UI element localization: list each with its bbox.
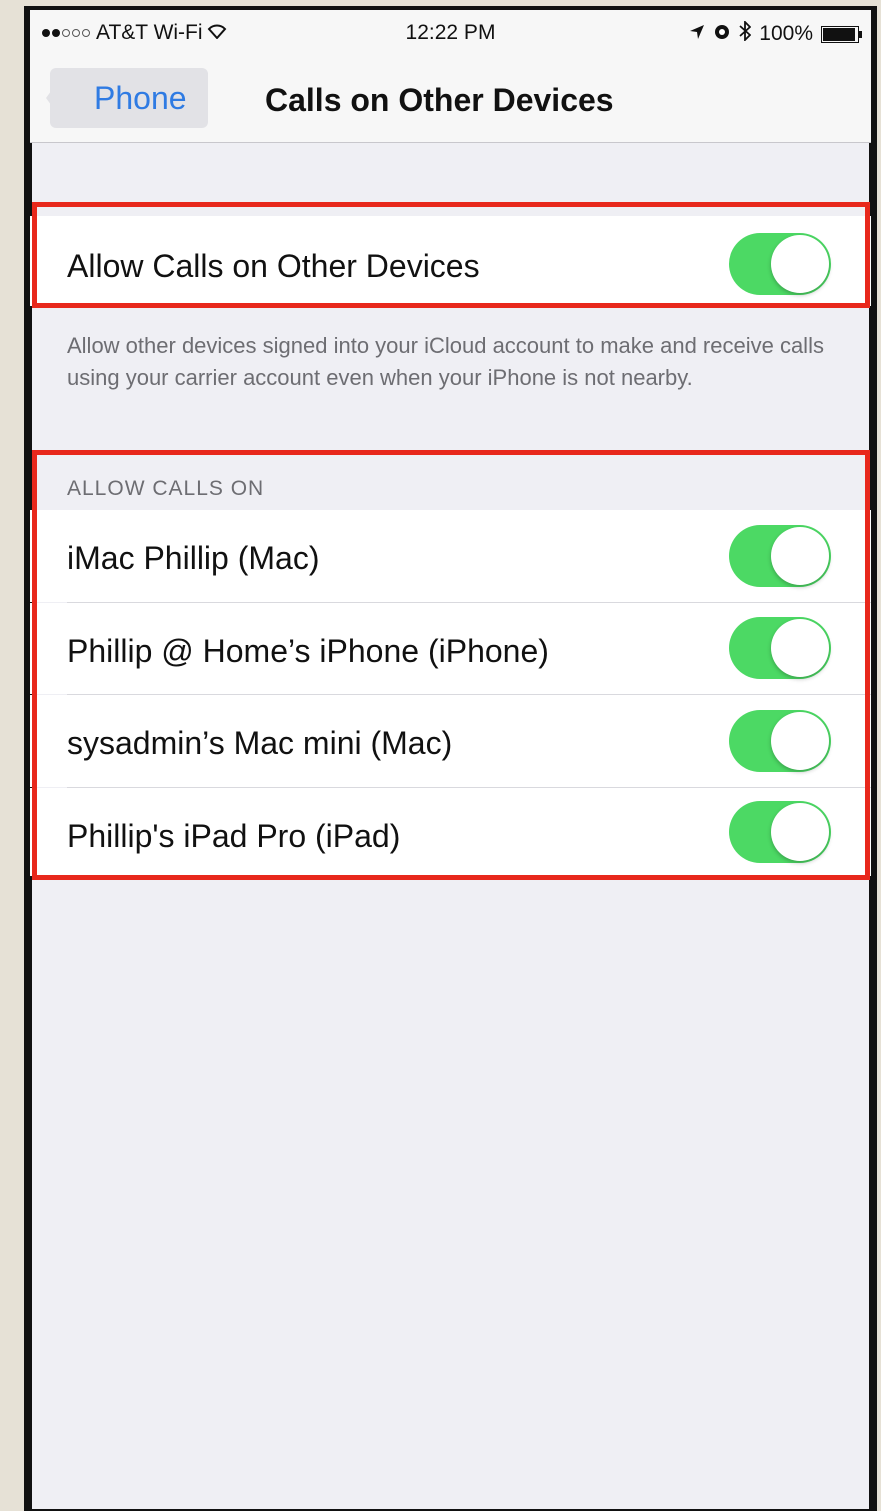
back-button-label: Phone xyxy=(94,79,187,116)
page-title: Calls on Other Devices xyxy=(265,82,614,118)
navigation-bar: Phone Calls on Other Devices xyxy=(30,54,871,143)
status-bar: AT&T Wi-Fi 12:22 PM 100% xyxy=(30,10,871,54)
back-chevron-icon xyxy=(46,68,68,128)
back-button[interactable]: Phone xyxy=(46,68,208,128)
highlight-box-devices xyxy=(32,450,870,880)
bluetooth-icon xyxy=(739,19,752,47)
battery-percent: 100% xyxy=(759,22,813,45)
alarm-icon xyxy=(713,22,731,46)
section-description: Allow other devices signed into your iCl… xyxy=(67,333,824,390)
phone-screen: AT&T Wi-Fi 12:22 PM 100% Phone Calls on … xyxy=(30,10,871,1511)
location-icon xyxy=(689,22,705,46)
highlight-box-main xyxy=(32,202,870,308)
battery-icon xyxy=(821,25,862,43)
